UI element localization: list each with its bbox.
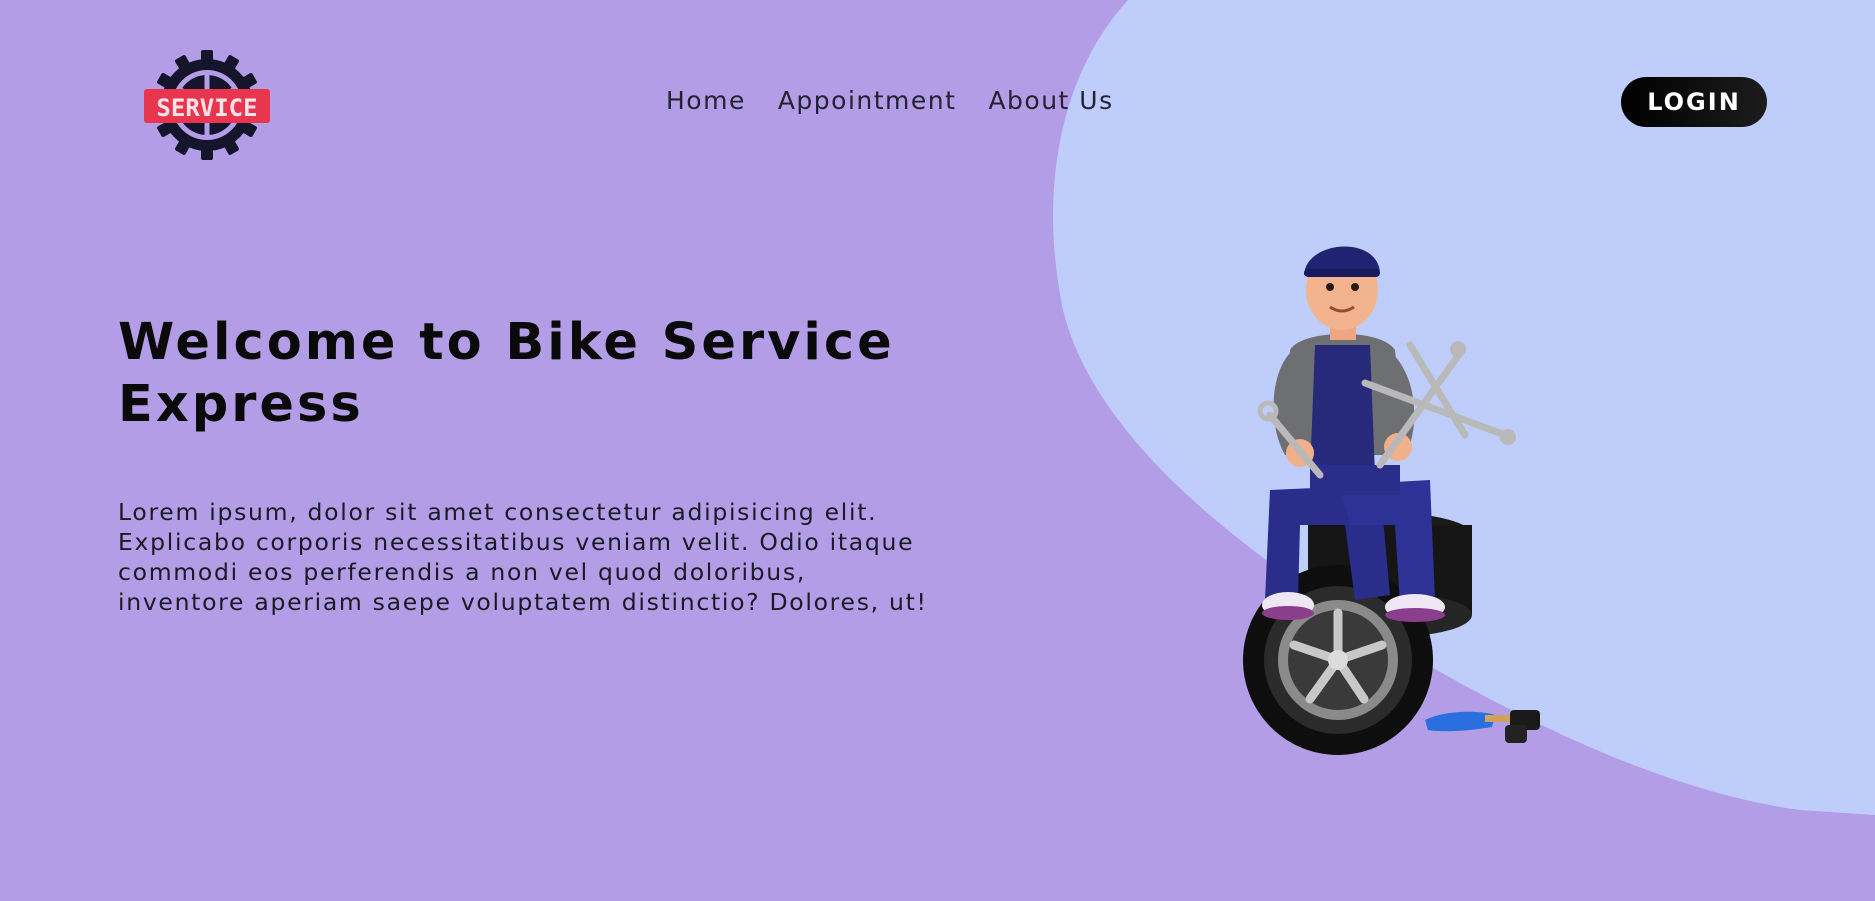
logo-text: SERVICE (156, 94, 257, 122)
mechanic-with-tires-illustration (1243, 246, 1540, 755)
landing-page: SERVICE Home Appointment About Us LOGIN … (0, 0, 1875, 901)
background-blob (1053, 0, 1875, 815)
nav-about-us-link[interactable]: About Us (988, 86, 1113, 115)
gear-wheel-icon: SERVICE (144, 50, 270, 160)
hero-title: Welcome to Bike Service Express (118, 313, 895, 434)
nav-home-link[interactable]: Home (666, 86, 746, 115)
service-logo[interactable]: SERVICE (140, 50, 275, 160)
main-nav: Home Appointment About Us (666, 86, 1114, 115)
login-button[interactable]: LOGIN (1621, 77, 1767, 127)
hero-description: Lorem ipsum, dolor sit amet consectetur … (118, 498, 928, 616)
nav-appointment-link[interactable]: Appointment (778, 86, 957, 115)
